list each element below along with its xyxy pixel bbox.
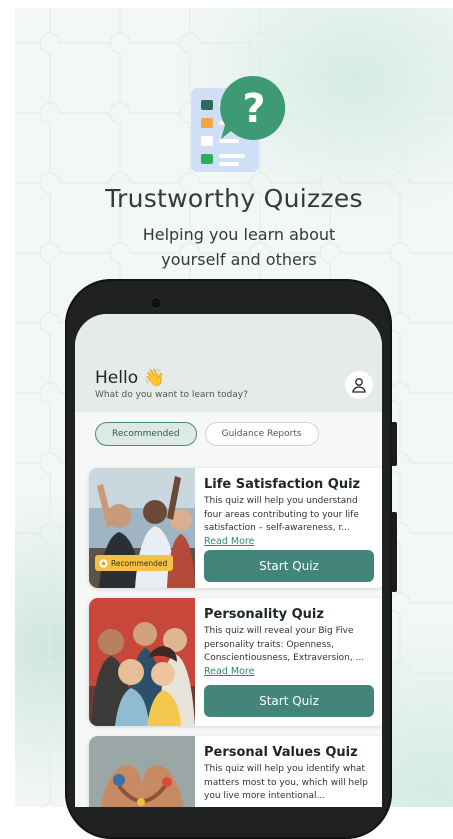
quiz-question-icon: ? bbox=[191, 75, 286, 172]
front-camera bbox=[151, 298, 161, 308]
profile-button[interactable] bbox=[345, 371, 373, 399]
quiz-card-personal-values[interactable]: Personal Values Quiz This quiz will help… bbox=[89, 736, 382, 807]
quiz-title: Personality Quiz bbox=[204, 607, 324, 622]
phone-screen: Hello 👋 What do you want to learn today?… bbox=[75, 314, 382, 807]
quiz-title: Life Satisfaction Quiz bbox=[204, 477, 361, 492]
quiz-description: This quiz will help you understand four … bbox=[204, 496, 359, 533]
read-more-link[interactable]: Read More bbox=[204, 666, 254, 677]
recommended-badge-label: Recommended bbox=[111, 558, 168, 568]
quiz-title: Personal Values Quiz bbox=[204, 745, 358, 760]
svg-text:?: ? bbox=[242, 86, 265, 132]
start-quiz-button[interactable]: Start Quiz bbox=[204, 685, 374, 717]
phone-side-button bbox=[391, 422, 397, 466]
read-more-link[interactable]: Read More bbox=[204, 536, 254, 547]
tab-guidance-reports[interactable]: Guidance Reports bbox=[204, 422, 319, 446]
hero-title: Trustworthy Quizzes bbox=[105, 184, 363, 213]
greeting: Hello 👋 bbox=[95, 368, 165, 388]
quiz-image-smiling-friends bbox=[89, 598, 195, 726]
recommended-badge: Recommended bbox=[95, 555, 174, 571]
quiz-description: This quiz will reveal your Big Five pers… bbox=[204, 626, 365, 663]
quiz-description: This quiz will help you identify what ma… bbox=[204, 764, 368, 801]
tab-recommended[interactable]: Recommended bbox=[95, 422, 197, 446]
user-icon bbox=[352, 378, 366, 393]
greeting-prompt: What do you want to learn today? bbox=[95, 390, 248, 400]
hero-subtitle: Helping you learn about yourself and oth… bbox=[142, 225, 336, 269]
phone-side-button bbox=[391, 512, 397, 592]
quiz-card-life-satisfaction[interactable]: Recommended Life Satisfaction Quiz This … bbox=[89, 468, 382, 588]
start-quiz-button[interactable]: Start Quiz bbox=[204, 550, 374, 582]
quiz-card-personality[interactable]: Personality Quiz This quiz will reveal y… bbox=[89, 598, 382, 726]
star-icon bbox=[99, 558, 108, 568]
app-header: Hello 👋 What do you want to learn today? bbox=[75, 314, 382, 412]
quiz-tabs: Recommended Guidance Reports bbox=[95, 422, 319, 446]
quiz-image-heart-hands bbox=[89, 736, 195, 807]
